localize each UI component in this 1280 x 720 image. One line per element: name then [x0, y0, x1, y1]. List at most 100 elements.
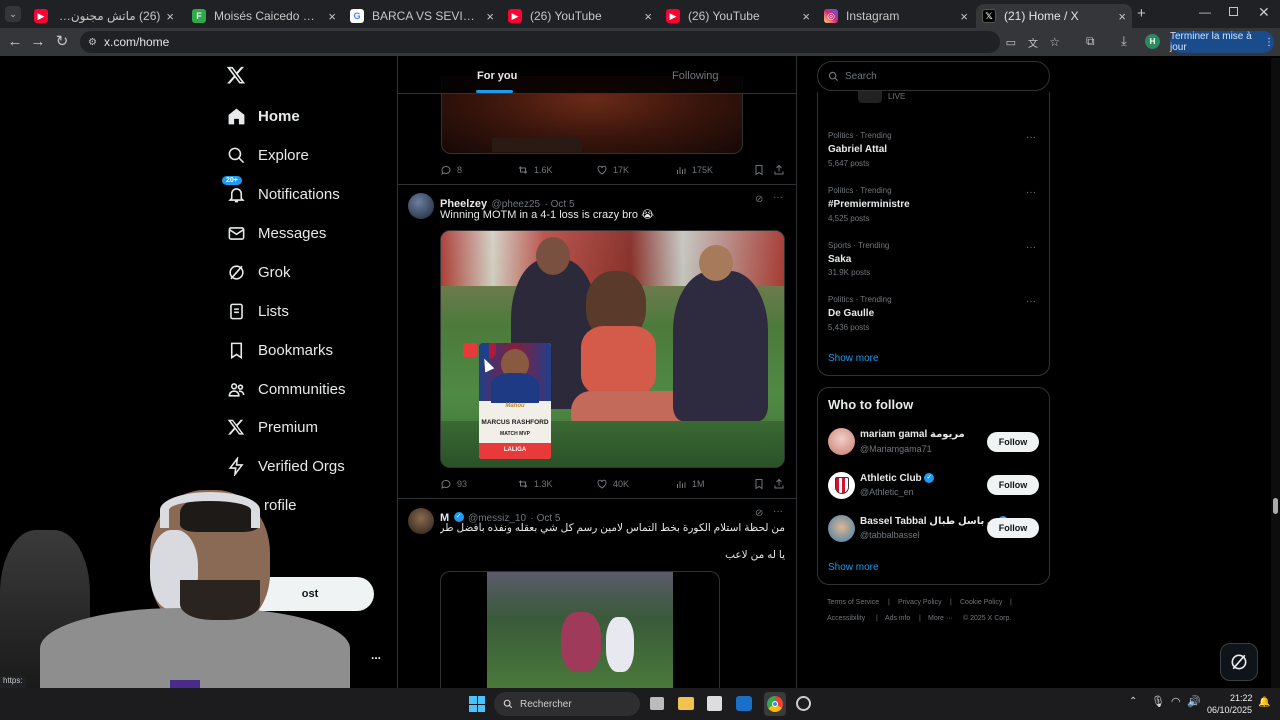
volume-icon[interactable]: 🔊 — [1187, 695, 1201, 708]
trends-show-more[interactable]: Show more — [828, 353, 879, 364]
avatar[interactable] — [828, 472, 855, 499]
url-input[interactable]: ⚙ x.com/home ▭ 文 ☆ — [80, 31, 1060, 53]
views-button[interactable]: 175K — [675, 164, 713, 176]
wifi-icon[interactable]: ◠ — [1171, 695, 1181, 708]
repost-button[interactable]: 1.3K — [517, 478, 553, 490]
chrome-icon[interactable] — [764, 692, 786, 716]
account-name[interactable]: Bassel Tabbal باسل طبال ... ✓ — [860, 516, 1009, 527]
task-view-icon[interactable] — [650, 697, 664, 710]
like-button[interactable]: 40K — [596, 478, 629, 490]
clock-date[interactable]: 06/10/2025 — [1207, 705, 1252, 715]
avatar[interactable] — [828, 428, 855, 455]
tab-for-you[interactable]: For you — [477, 70, 517, 82]
microphone-icon[interactable]: 🎙 — [1151, 695, 1165, 708]
browser-tab-active[interactable]: 𝕏 (21) Home / X × — [976, 4, 1132, 28]
profile-avatar[interactable]: H — [1145, 34, 1160, 49]
site-settings-icon[interactable]: ⚙ — [88, 37, 97, 48]
grok-post-icon[interactable]: ⊘ — [755, 508, 763, 519]
trend-more-icon[interactable]: ··· — [1026, 132, 1036, 143]
trend-more-icon[interactable]: ··· — [1026, 296, 1036, 307]
nav-lists[interactable]: Lists — [226, 295, 289, 327]
nav-grok[interactable]: Grok — [226, 256, 291, 288]
avatar[interactable] — [828, 515, 855, 542]
browser-tab[interactable]: G BARCA VS SEVILLE 4 1 - Recher × — [344, 4, 500, 28]
share-button[interactable] — [773, 478, 785, 490]
cast-icon[interactable]: ▭ — [1006, 36, 1016, 49]
extensions-icon[interactable]: ⧉ — [1086, 34, 1095, 49]
avatar[interactable] — [408, 193, 434, 219]
close-icon[interactable]: × — [802, 9, 810, 24]
trend-more-icon[interactable]: ··· — [1026, 187, 1036, 198]
account-name[interactable]: mariam gamal مريومة — [860, 429, 965, 440]
footer-link[interactable]: Ads info — [885, 615, 910, 622]
file-explorer-icon[interactable] — [678, 697, 694, 710]
window-close-icon[interactable]: ✕ — [1258, 4, 1270, 21]
follow-button[interactable]: Follow — [987, 475, 1039, 495]
outlook-icon[interactable] — [736, 696, 752, 711]
download-icon[interactable]: ⤓ — [1121, 33, 1127, 49]
forward-icon[interactable]: → — [29, 33, 47, 51]
clock-time[interactable]: 21:22 — [1230, 693, 1253, 703]
avatar[interactable] — [408, 508, 434, 534]
repost-button[interactable]: 1.6K — [517, 164, 553, 176]
follow-button[interactable]: Follow — [987, 432, 1039, 452]
scrollbar-thumb[interactable] — [1273, 498, 1278, 514]
nav-notifications[interactable]: 20+ Notifications — [222, 176, 340, 210]
maximize-icon[interactable] — [1229, 7, 1238, 16]
trend-name[interactable]: #Premierministre — [828, 199, 910, 210]
trend-name[interactable]: Saka — [828, 254, 851, 265]
reply-button[interactable]: 93 — [440, 478, 467, 490]
nav-bookmarks[interactable]: Bookmarks — [226, 334, 333, 366]
share-button[interactable] — [773, 164, 785, 176]
app-icon[interactable] — [796, 696, 811, 711]
browser-tab[interactable]: ▶ (26) YouTube × — [660, 4, 816, 28]
bookmark-button[interactable] — [753, 478, 765, 490]
search-input[interactable]: Search — [817, 61, 1050, 91]
taskbar-search[interactable]: Rechercher — [494, 692, 640, 716]
trend-name[interactable]: De Gaulle — [828, 308, 874, 319]
browser-tab[interactable]: F Moisés Caicedo EA FC 26 - 87 × — [186, 4, 342, 28]
close-icon[interactable]: × — [644, 9, 652, 24]
views-button[interactable]: 1M — [675, 478, 705, 490]
reply-button[interactable]: 8 — [440, 164, 462, 176]
more-options-icon[interactable]: ··· — [773, 506, 783, 517]
browser-tab[interactable]: ◎ Instagram × — [818, 4, 974, 28]
new-tab-button[interactable]: + — [1137, 5, 1146, 22]
post-image[interactable]: Mahou MARCUS RASHFORD MATCH MVP LALIGA — [440, 230, 785, 468]
live-thumbnail[interactable] — [858, 91, 882, 103]
browser-tab[interactable]: ▶ (26) YouTube × — [502, 4, 658, 28]
store-icon[interactable] — [707, 696, 722, 711]
like-button[interactable]: 17K — [596, 164, 629, 176]
translate-icon[interactable]: 文 — [1028, 35, 1038, 50]
bookmark-button[interactable] — [753, 164, 765, 176]
nav-premium[interactable]: Premium — [226, 411, 318, 443]
footer-link[interactable]: More ··· — [928, 615, 953, 622]
nav-explore[interactable]: Explore — [226, 139, 309, 171]
footer-link[interactable]: Accessibility — [827, 615, 865, 622]
grok-floating-button[interactable] — [1220, 643, 1258, 681]
close-icon[interactable]: × — [960, 9, 968, 24]
close-icon[interactable]: × — [486, 9, 494, 24]
account-menu-icon[interactable]: ... — [371, 648, 381, 662]
tab-following[interactable]: Following — [672, 70, 718, 82]
follow-button[interactable]: Follow — [987, 518, 1039, 538]
who-to-follow-show-more[interactable]: Show more — [828, 562, 879, 573]
star-icon[interactable]: ☆ — [1049, 35, 1060, 49]
close-icon[interactable]: × — [1118, 9, 1126, 24]
reload-icon[interactable]: ↻ — [53, 33, 71, 51]
nav-verified-orgs[interactable]: Verified Orgs — [226, 450, 345, 482]
back-icon[interactable]: ← — [6, 33, 24, 51]
nav-home[interactable]: Home — [226, 100, 300, 132]
footer-link[interactable]: Privacy Policy — [898, 599, 942, 606]
tray-chevron-icon[interactable]: ⌃ — [1129, 696, 1137, 707]
more-options-icon[interactable]: ··· — [773, 192, 783, 203]
footer-link[interactable]: Cookie Policy — [960, 599, 1002, 606]
update-button[interactable]: Terminer la mise à jour ⋮ — [1170, 31, 1274, 53]
trend-more-icon[interactable]: ··· — [1026, 242, 1036, 253]
tab-search-button[interactable]: ⌄ — [5, 6, 21, 22]
footer-link[interactable]: Terms of Service — [827, 599, 879, 606]
page-scrollbar[interactable] — [1271, 58, 1280, 688]
account-name[interactable]: Athletic Club ✓ — [860, 473, 935, 484]
trend-name[interactable]: Gabriel Attal — [828, 144, 887, 155]
minimize-icon[interactable]: — — [1199, 5, 1211, 19]
